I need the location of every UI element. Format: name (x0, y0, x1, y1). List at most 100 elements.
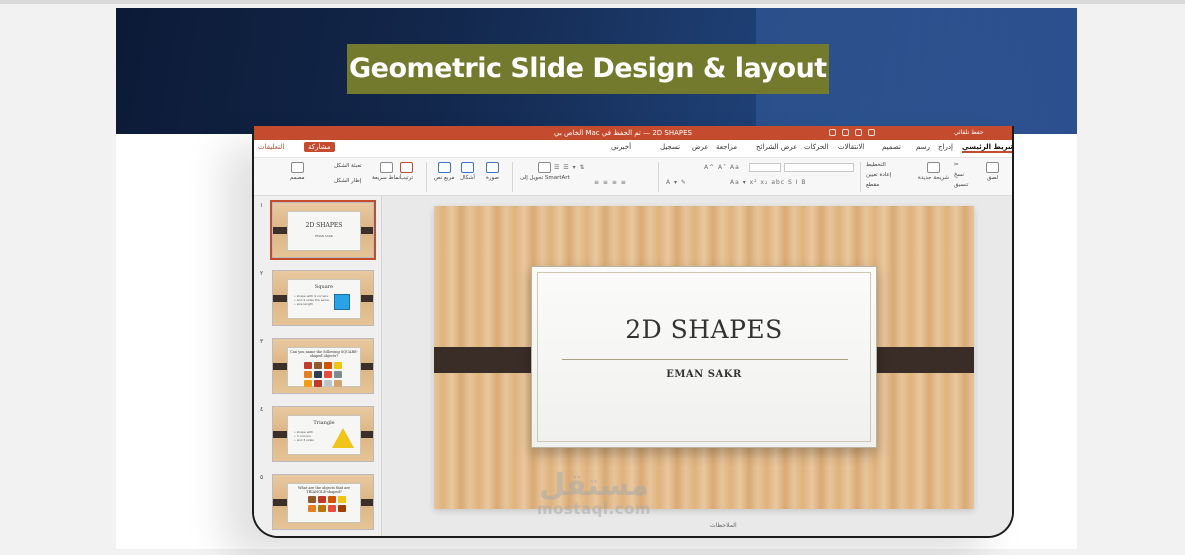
text-style-controls[interactable]: Aa ▾ x² x₂ abc S I B (730, 179, 807, 186)
title-bar: 2D SHAPES — تم الحفظ في Mac الخاص بي حفظ… (254, 126, 1012, 140)
object-grid (308, 496, 350, 512)
arrange-icon (400, 162, 414, 173)
grid-object (304, 371, 312, 378)
textbox-button[interactable]: مربع نص (434, 162, 454, 181)
slide-title-placeholder[interactable]: 2D SHAPES (538, 315, 870, 344)
paragraph-controls[interactable]: ☰ ☰ ▾ ⇅ (554, 164, 586, 171)
current-slide[interactable]: 2D SHAPES EMAN SAKR (434, 206, 974, 509)
grid-object (304, 380, 312, 387)
slide-editor-area: 2D SHAPES EMAN SAKR (382, 196, 1012, 536)
grid-object (338, 496, 346, 503)
ribbon-separator (860, 162, 861, 192)
quick-access-toolbar (829, 129, 875, 136)
notes-button[interactable]: الملاحظات (710, 522, 737, 529)
ribbon-separator (426, 162, 427, 192)
undo-icon[interactable] (829, 129, 836, 136)
grid-object (304, 362, 312, 369)
thumb-body: • shape with • 3 corners • and 3 sides (294, 430, 314, 442)
thumb-card: What are the objects that are TRIANGLE-s… (287, 483, 361, 523)
scissors-icon: ✂ (954, 162, 959, 168)
font-name-select[interactable] (784, 163, 854, 172)
object-grid (304, 362, 346, 387)
slide-number: ٣ (260, 338, 264, 345)
grid-object (318, 496, 326, 503)
tab-draw[interactable]: رسم (916, 143, 930, 151)
grid-object (338, 505, 346, 512)
ribbon-separator (658, 162, 659, 192)
save-icon[interactable] (855, 129, 862, 136)
shapes-icon (460, 162, 474, 173)
copy-button[interactable]: نسخ (954, 172, 964, 178)
slide-number: ٥ (260, 474, 264, 481)
thumb-card: Triangle • shape with • 3 corners • and … (287, 415, 361, 455)
tab-review[interactable]: مراجعة (716, 143, 737, 151)
grid-object (314, 362, 322, 369)
alignment-controls[interactable]: ≡ ≡ ≡ ≡ (594, 179, 627, 186)
section-button[interactable]: مقطع (866, 182, 879, 188)
format-painter-button[interactable]: تنسيق (954, 182, 968, 188)
tab-slideshow[interactable]: عرض الشرائح (756, 143, 797, 151)
font-size-controls[interactable]: A^ A˅ Aa (704, 164, 740, 171)
grid-object (334, 380, 342, 387)
slide-thumbnail-4[interactable]: Triangle • shape with • 3 corners • and … (272, 406, 374, 462)
thumb-card: 2D SHAPES EMAN SAKR (287, 211, 361, 251)
thumb-title: What are the objects that are TRIANGLE-s… (297, 486, 351, 494)
thumb-subtitle: EMAN SAKR (315, 234, 333, 238)
grid-object (324, 380, 332, 387)
picture-button[interactable]: صورة (486, 162, 499, 181)
paste-button[interactable]: لصق (986, 162, 999, 181)
new-slide-button[interactable]: شريحة جديدة (918, 162, 949, 181)
grid-object (334, 362, 342, 369)
slide-thumbnail-2[interactable]: Square • shape with 4 corners • and 4 si… (272, 270, 374, 326)
tab-transitions[interactable]: الانتقالات (838, 143, 864, 151)
tab-view[interactable]: عرض (692, 143, 709, 151)
tab-record[interactable]: تسجيل (660, 143, 680, 151)
slide-band-right (866, 347, 974, 373)
tab-insert[interactable]: إدراج (938, 143, 953, 151)
title-card-border: 2D SHAPES EMAN SAKR (537, 272, 871, 442)
grid-object (334, 371, 342, 378)
thumb-title: Can you name the following SQUARE-shaped… (290, 350, 358, 358)
quick-styles-button[interactable]: أنماط سريعة (372, 162, 402, 181)
picture-icon (486, 162, 500, 173)
shapes-button[interactable]: أشكال (460, 162, 475, 181)
share-button[interactable]: مشاركة (304, 142, 335, 152)
grid-object (328, 505, 336, 512)
layout-button[interactable]: التخطيط (866, 162, 886, 168)
font-color-controls[interactable]: A ▾ ✎ (666, 179, 687, 186)
title-card: 2D SHAPES EMAN SAKR (531, 266, 877, 448)
banner-title: Geometric Slide Design & layout (347, 44, 829, 94)
font-size-select[interactable] (749, 163, 781, 172)
tab-design[interactable]: تصميم (882, 143, 901, 151)
redo-icon[interactable] (842, 129, 849, 136)
slide-thumbnail-3[interactable]: Can you name the following SQUARE-shaped… (272, 338, 374, 394)
home-icon[interactable] (868, 129, 875, 136)
grid-object (308, 496, 316, 503)
cut-button[interactable]: ✂ (954, 162, 959, 168)
tab-home[interactable]: شريط الرئيسي (962, 143, 1012, 153)
slide-thumbnail-1[interactable]: 2D SHAPES EMAN SAKR (270, 200, 376, 260)
grid-object (324, 371, 332, 378)
slide-thumbnail-5[interactable]: What are the objects that are TRIANGLE-s… (272, 474, 374, 530)
slide-band-left (434, 347, 542, 373)
shape-fill-button[interactable]: تعبئة الشكل (334, 163, 362, 169)
mostaql-watermark: مستقل mostaql.com (519, 468, 669, 518)
top-rule (0, 0, 1185, 4)
thumb-body: • shape with 4 corners • and 4 sides the… (294, 294, 329, 306)
autosave-label[interactable]: حفظ تلقائي (954, 126, 984, 140)
slide-subtitle-placeholder[interactable]: EMAN SAKR (538, 369, 870, 380)
title-divider (562, 359, 848, 360)
thumb-card: Can you name the following SQUARE-shaped… (287, 347, 361, 387)
designer-button[interactable]: مصمم (290, 162, 305, 181)
tab-tell-me[interactable]: أخبرني (611, 143, 631, 151)
watermark-arabic: مستقل (539, 468, 649, 503)
smartart-icon (538, 162, 552, 173)
comments-button[interactable]: التعليقات (258, 143, 284, 151)
tab-animations[interactable]: الحركات (804, 143, 829, 151)
slide-number: ٢ (260, 270, 264, 277)
shape-outline-button[interactable]: إطار الشكل (334, 178, 361, 184)
arrange-button[interactable]: ترتيب (400, 162, 413, 181)
reset-button[interactable]: إعادة تعيين (866, 172, 891, 178)
ribbon-separator (512, 162, 513, 192)
grid-object (314, 380, 322, 387)
